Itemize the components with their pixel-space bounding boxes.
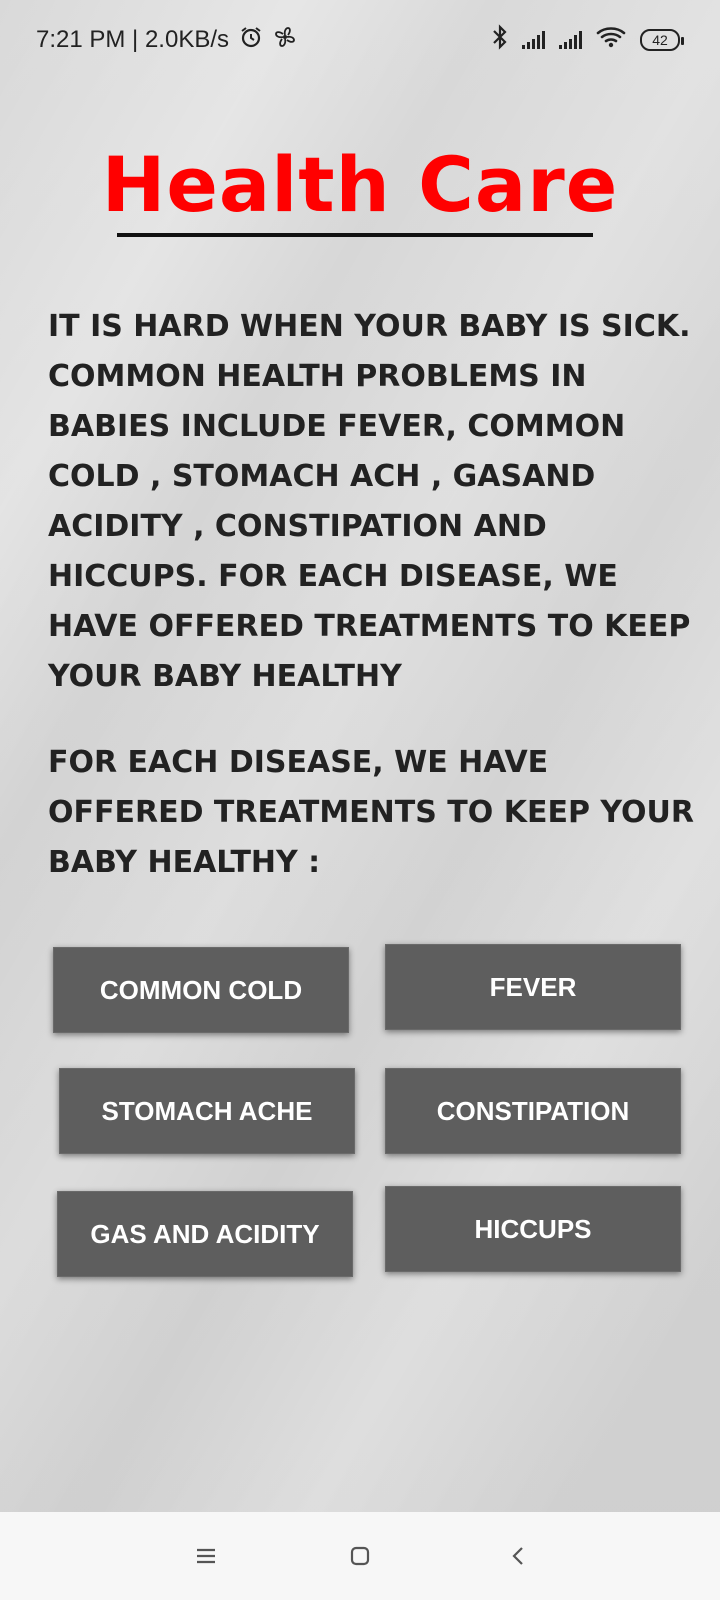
common-cold-button[interactable]: COMMON COLD (53, 947, 349, 1033)
prompt-text: FOR EACH DISEASE, WE HAVE OFFERED TREATM… (48, 745, 694, 880)
gas-and-acidity-button[interactable]: GAS AND ACIDITY (57, 1191, 353, 1277)
signal-icon (559, 31, 582, 49)
navigation-bar (0, 1512, 720, 1600)
menu-icon[interactable] (188, 1538, 224, 1574)
fan-icon (273, 25, 297, 56)
bluetooth-icon (492, 23, 508, 57)
status-right: 42 (492, 23, 684, 57)
hiccups-button[interactable]: HICCUPS (385, 1186, 681, 1272)
wifi-icon (596, 25, 626, 56)
back-icon[interactable] (500, 1538, 536, 1574)
battery-icon: 42 (640, 29, 684, 51)
signal-icon (522, 31, 545, 49)
status-bar: 7:21 PM | 2.0KB/s 42 (0, 0, 720, 80)
fever-button[interactable]: FEVER (385, 944, 681, 1030)
page-title: Health Care (101, 140, 619, 229)
status-left: 7:21 PM | 2.0KB/s (36, 25, 297, 56)
constipation-button[interactable]: CONSTIPATION (385, 1068, 681, 1154)
home-icon[interactable] (342, 1538, 378, 1574)
stomach-ache-button[interactable]: STOMACH ACHE (59, 1068, 355, 1154)
battery-level: 42 (652, 32, 668, 48)
intro-text: IT IS HARD WHEN YOUR BABY IS SICK. COMMO… (48, 309, 691, 694)
status-time: 7:21 PM | 2.0KB/s (36, 26, 229, 53)
title-underline (117, 233, 593, 237)
alarm-icon (239, 25, 263, 56)
